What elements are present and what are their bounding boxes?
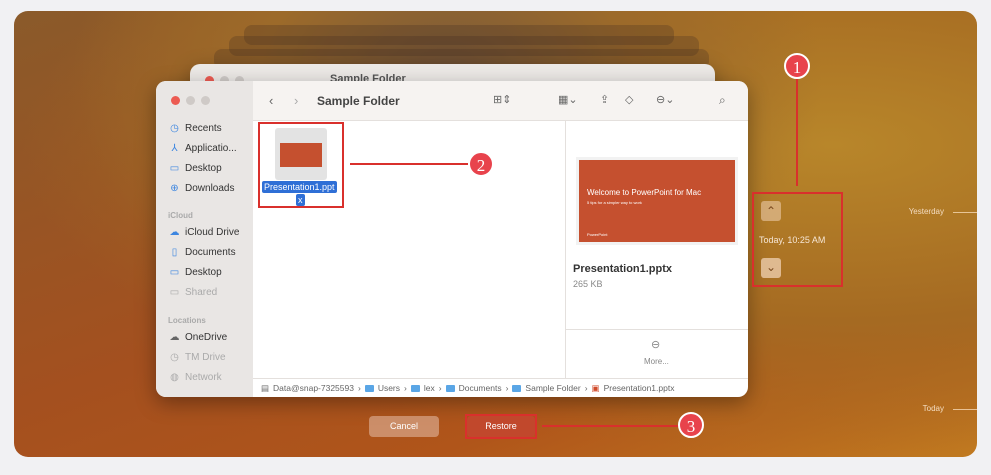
cloud-icon: ☁ — [169, 227, 180, 238]
finder-window: ◷ Recents ⅄ Applicatio... ▭ Desktop ⊕ Downlo… — [156, 81, 748, 397]
path-item[interactable]: Users — [378, 383, 400, 393]
sidebar-item-desktop-icloud[interactable]: ▭ Desktop — [169, 267, 222, 278]
preview-file-name: Presentation1.pptx — [573, 263, 673, 275]
sidebar-item-tm-drive[interactable]: ◷ TM Drive — [169, 352, 225, 363]
view-toggle-icon[interactable]: ⊞⇕ — [493, 93, 511, 106]
path-item[interactable]: Sample Folder — [525, 383, 580, 393]
desktop-icon: ▭ — [169, 267, 180, 278]
sidebar-item-shared[interactable]: ▭ Shared — [169, 287, 217, 298]
timeline-label-today[interactable]: Today — [923, 404, 944, 413]
pptx-icon: ▣ — [591, 382, 600, 393]
folder-icon — [512, 384, 522, 392]
sidebar-heading-locations: Locations — [168, 316, 206, 325]
search-icon[interactable]: ⌕ — [719, 93, 726, 108]
disk-icon: ▤ — [261, 382, 270, 393]
more-icon[interactable]: ⊖ — [651, 338, 660, 351]
toolbar: ‹ › Sample Folder ⊞⇕ ▦⌄ ⇪ ◇ ⊖⌄ ⌕ — [253, 81, 748, 121]
folder-icon — [364, 384, 374, 392]
sidebar-item-onedrive[interactable]: ☁ OneDrive — [169, 332, 228, 343]
shared-icon: ▭ — [169, 287, 180, 298]
globe-icon: ◍ — [170, 372, 179, 383]
sidebar-item-desktop[interactable]: ▭ Desktop — [169, 163, 222, 174]
path-item[interactable]: Documents — [459, 383, 502, 393]
annotation-badge-3: 3 — [678, 412, 704, 438]
zoom-button[interactable] — [201, 96, 210, 105]
sidebar-heading-icloud: iCloud — [168, 211, 193, 220]
clock-icon: ◷ — [170, 352, 179, 363]
path-item[interactable]: Data@snap-7325593 — [273, 383, 354, 393]
timeline[interactable]: Yesterday Today — [897, 11, 977, 457]
document-icon: ▯ — [171, 247, 178, 258]
preview-file-size: 265 KB — [573, 279, 603, 289]
back-button[interactable]: ‹ — [269, 93, 273, 108]
arrow-2 — [350, 163, 468, 165]
sidebar-item-documents[interactable]: ▯ Documents — [169, 247, 236, 258]
cancel-button[interactable]: Cancel — [369, 416, 439, 437]
highlight-file — [258, 122, 344, 208]
apps-icon: ⅄ — [171, 143, 178, 154]
more-actions-icon[interactable]: ⊖⌄ — [656, 93, 674, 106]
share-icon[interactable]: ⇪ — [600, 93, 609, 106]
highlight-navigation — [752, 192, 843, 287]
time-machine-background: Sample Folder ◷ Recents ⅄ Applicatio... ▭ D… — [14, 11, 977, 457]
forward-button[interactable]: › — [294, 93, 298, 108]
path-bar: ▤ Data@snap-7325593 › Users › lex › Document… — [253, 378, 748, 397]
annotation-badge-2: 2 — [468, 151, 494, 177]
arrow-1 — [796, 79, 798, 186]
arrow-3 — [542, 425, 682, 427]
preview-pane: Welcome to PowerPoint for Mac 5 tips for… — [565, 121, 748, 378]
desktop-icon: ▭ — [169, 163, 180, 174]
download-icon: ⊕ — [170, 183, 179, 194]
tag-icon[interactable]: ◇ — [625, 93, 633, 106]
sidebar-item-icloud-drive[interactable]: ☁ iCloud Drive — [169, 227, 240, 238]
path-item[interactable]: Presentation1.pptx — [604, 383, 675, 393]
sidebar-item-downloads[interactable]: ⊕ Downloads — [169, 183, 234, 194]
window-title: Sample Folder — [317, 94, 400, 108]
sidebar-item-recents[interactable]: ◷ Recents — [169, 123, 222, 134]
path-item[interactable]: lex — [424, 383, 435, 393]
close-button[interactable] — [171, 96, 180, 105]
clock-icon: ◷ — [170, 123, 179, 134]
group-icon[interactable]: ▦⌄ — [558, 93, 578, 106]
sidebar: ◷ Recents ⅄ Applicatio... ▭ Desktop ⊕ Downlo… — [156, 81, 253, 397]
timeline-label-yesterday[interactable]: Yesterday — [909, 207, 944, 216]
minimize-button[interactable] — [186, 96, 195, 105]
folder-icon — [445, 384, 455, 392]
annotation-badge-1: 1 — [784, 53, 810, 79]
cloud-icon: ☁ — [169, 332, 180, 343]
sidebar-item-applications[interactable]: ⅄ Applicatio... — [169, 143, 236, 154]
highlight-restore — [465, 414, 537, 439]
sidebar-item-network[interactable]: ◍ Network — [169, 372, 222, 383]
preview-slide: Welcome to PowerPoint for Mac 5 tips for… — [576, 157, 738, 245]
more-button[interactable]: More... — [644, 357, 669, 366]
folder-icon — [410, 384, 420, 392]
